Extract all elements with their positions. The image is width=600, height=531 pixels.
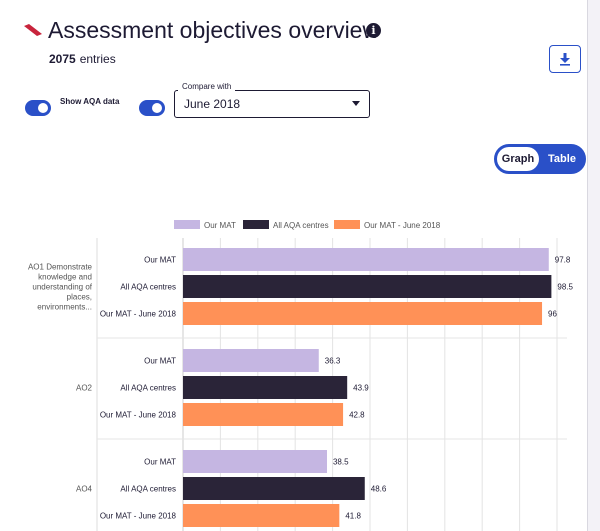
bar-label: Our MAT - June 2018	[100, 411, 177, 420]
bar	[183, 477, 365, 500]
bar	[183, 302, 543, 325]
legend-swatch	[174, 220, 200, 229]
legend-label: Our MAT	[204, 221, 236, 230]
category-label: knowledge and	[38, 273, 92, 282]
bar-label: Our MAT - June 2018	[100, 310, 177, 319]
bar	[183, 248, 549, 271]
data-label: 36.3	[325, 357, 341, 366]
category-label: places,	[67, 293, 92, 302]
bar	[183, 376, 348, 399]
bar-chart: Our MAT All AQA centres Our MAT - June 201…	[28, 220, 574, 531]
bar-label: All AQA centres	[120, 384, 176, 393]
data-label: 42.8	[349, 411, 365, 420]
bar	[183, 403, 344, 426]
data-label: 41.8	[345, 512, 361, 521]
legend-label: Our MAT - June 2018	[364, 221, 441, 230]
data-label: 96	[548, 310, 557, 319]
legend-swatch	[334, 220, 360, 229]
bar-label: Our MAT - June 2018	[100, 512, 177, 521]
category-label: AO2	[76, 384, 93, 393]
bar-label: All AQA centres	[120, 283, 176, 292]
bar-label: Our MAT	[144, 256, 176, 265]
data-label: 98.5	[557, 283, 573, 292]
legend-swatch	[243, 220, 269, 229]
bar	[183, 275, 552, 298]
bar-label: All AQA centres	[120, 485, 176, 494]
legend-label: All AQA centres	[273, 221, 329, 230]
data-label: 43.9	[353, 384, 369, 393]
data-label: 38.5	[333, 458, 349, 467]
assessment-objectives-card: Assessment objectives overview i 2075 ent…	[0, 0, 588, 531]
category-label: environments...	[37, 303, 92, 312]
data-label: 97.8	[555, 256, 571, 265]
bar	[183, 504, 340, 527]
bar-label: Our MAT	[144, 458, 176, 467]
category-label: AO1 Demonstrate	[28, 263, 93, 272]
category-label: understanding of	[32, 283, 92, 292]
bar	[183, 450, 327, 473]
category-label: AO4	[76, 485, 93, 494]
data-label: 48.6	[371, 485, 387, 494]
bar	[183, 349, 319, 372]
bar-label: Our MAT	[144, 357, 176, 366]
